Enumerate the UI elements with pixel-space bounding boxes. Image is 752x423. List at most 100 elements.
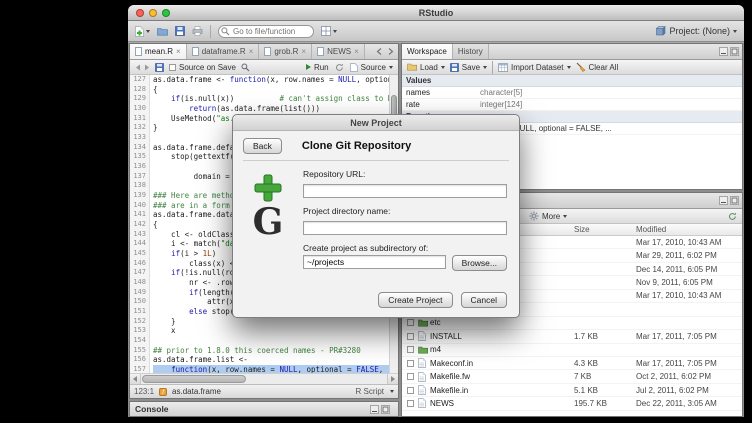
line-number: 147 bbox=[130, 268, 146, 278]
minimize-pane-icon[interactable] bbox=[719, 47, 728, 56]
clear-all-button[interactable]: Clear All bbox=[576, 62, 619, 72]
save-icon[interactable] bbox=[155, 63, 164, 72]
line-number: 156 bbox=[130, 355, 146, 365]
zoom-window-button[interactable] bbox=[162, 9, 170, 17]
file-row-NEWS[interactable]: NEWS195.7 KBDec 22, 2011, 3:05 AM bbox=[402, 397, 742, 410]
workspace-item[interactable]: rateinteger[124] bbox=[402, 99, 742, 111]
file-name[interactable]: Makeconf.in bbox=[430, 359, 574, 368]
file-type-selector[interactable]: R Script bbox=[356, 387, 394, 396]
code-line[interactable]: x bbox=[153, 326, 398, 336]
code-line[interactable]: } bbox=[153, 317, 398, 327]
editor-tab-NEWS[interactable]: NEWS× bbox=[312, 44, 365, 59]
file-checkbox[interactable] bbox=[407, 373, 414, 380]
tab-history[interactable]: History bbox=[453, 44, 489, 59]
code-line[interactable] bbox=[153, 336, 398, 346]
project-menu[interactable]: Project: (None) bbox=[656, 26, 737, 36]
workspace-item[interactable]: namescharacter[5] bbox=[402, 87, 742, 99]
file-modified: Dec 14, 2011, 6:05 PM bbox=[636, 265, 742, 274]
file-checkbox[interactable] bbox=[407, 360, 414, 367]
tab-label: dataframe.R bbox=[202, 47, 246, 56]
source-on-save-checkbox[interactable] bbox=[169, 64, 176, 71]
titlebar[interactable]: RStudio bbox=[128, 5, 744, 21]
file-checkbox[interactable] bbox=[407, 387, 414, 394]
import-dataset-button[interactable]: Import Dataset bbox=[498, 63, 570, 72]
repository-url-field[interactable] bbox=[303, 184, 507, 198]
search-input[interactable] bbox=[218, 25, 314, 38]
cancel-button[interactable]: Cancel bbox=[461, 292, 507, 308]
file-row-Makefile.fw[interactable]: Makefile.fw7 KBOct 2, 2011, 6:02 PM bbox=[402, 370, 742, 383]
forward-icon[interactable] bbox=[144, 64, 150, 71]
scroll-right-arrow[interactable] bbox=[387, 374, 398, 384]
file-name[interactable]: Makefile.in bbox=[430, 386, 574, 395]
browse-button[interactable]: Browse... bbox=[452, 255, 507, 271]
file-row-m4[interactable]: m4 bbox=[402, 344, 742, 357]
file-checkbox[interactable] bbox=[407, 400, 414, 407]
subdirectory-field[interactable] bbox=[303, 255, 446, 269]
project-directory-name-field[interactable] bbox=[303, 221, 507, 235]
save-button[interactable] bbox=[175, 26, 185, 36]
more-button[interactable]: More bbox=[529, 211, 567, 221]
file-row-Makefile.in[interactable]: Makefile.in5.1 KBJul 2, 2011, 6:02 PM bbox=[402, 384, 742, 397]
editor-tab-mean.R[interactable]: mean.R× bbox=[130, 44, 187, 59]
console-pane: Console bbox=[129, 401, 399, 417]
scroll-tabs-left-icon[interactable] bbox=[376, 48, 383, 55]
scroll-left-arrow[interactable] bbox=[130, 374, 141, 384]
file-checkbox[interactable] bbox=[407, 333, 414, 340]
create-project-button[interactable]: Create Project bbox=[378, 292, 452, 308]
source-on-save-toggle[interactable]: Source on Save bbox=[169, 63, 236, 72]
close-tab-icon[interactable]: × bbox=[249, 48, 254, 56]
file-row-Makeconf.in[interactable]: Makeconf.in4.3 KBMar 17, 2011, 7:05 PM bbox=[402, 357, 742, 370]
rerun-icon[interactable] bbox=[335, 63, 344, 72]
tab-workspace[interactable]: Workspace bbox=[402, 44, 453, 59]
panes-layout-button[interactable] bbox=[321, 26, 337, 36]
refresh-icon[interactable] bbox=[728, 212, 737, 221]
editor-tab-grob.R[interactable]: grob.R× bbox=[259, 44, 312, 59]
code-line[interactable]: function(x, row.names = NULL, optional =… bbox=[153, 365, 398, 373]
maximize-pane-icon[interactable] bbox=[381, 405, 390, 414]
console-header[interactable]: Console bbox=[130, 402, 398, 416]
maximize-pane-icon[interactable] bbox=[730, 47, 739, 56]
back-button[interactable]: Back bbox=[243, 138, 282, 154]
minimize-window-button[interactable] bbox=[149, 9, 157, 17]
close-tab-icon[interactable]: × bbox=[354, 48, 359, 56]
load-workspace-button[interactable]: Load bbox=[407, 63, 445, 72]
scrollbar-thumb[interactable] bbox=[142, 375, 246, 383]
file-name[interactable]: INSTALL bbox=[430, 332, 574, 341]
minimize-pane-icon[interactable] bbox=[370, 405, 379, 414]
code-line[interactable]: ## prior to 1.8.0 this coerced names - P… bbox=[153, 346, 398, 356]
find-replace-icon[interactable] bbox=[241, 63, 250, 72]
file-name[interactable]: etc bbox=[430, 318, 574, 327]
file-row-INSTALL[interactable]: INSTALL1.7 KBMar 17, 2011, 7:05 PM bbox=[402, 330, 742, 343]
run-button[interactable]: Run bbox=[306, 63, 329, 72]
file-checkbox[interactable] bbox=[407, 319, 414, 326]
code-line[interactable]: if(is.null(x)) # can't assign class to N… bbox=[153, 94, 398, 104]
file-icon bbox=[418, 398, 426, 408]
code-line[interactable]: return(as.data.frame(list())) bbox=[153, 104, 398, 114]
print-button[interactable] bbox=[192, 26, 203, 36]
editor-horizontal-scrollbar[interactable] bbox=[130, 373, 398, 384]
scope-selector[interactable]: as.data.frame bbox=[172, 387, 221, 396]
new-file-button[interactable] bbox=[135, 26, 150, 37]
minimize-pane-icon[interactable] bbox=[719, 196, 728, 205]
file-name[interactable]: m4 bbox=[430, 345, 574, 354]
code-line[interactable]: { bbox=[153, 85, 398, 95]
close-tab-icon[interactable]: × bbox=[176, 48, 181, 56]
close-tab-icon[interactable]: × bbox=[301, 48, 306, 56]
file-row-etc[interactable]: etc bbox=[402, 317, 742, 330]
size-column-header[interactable]: Size bbox=[574, 224, 636, 235]
editor-tab-dataframe.R[interactable]: dataframe.R× bbox=[187, 44, 260, 59]
panes-grid-icon bbox=[321, 26, 331, 36]
file-checkbox[interactable] bbox=[407, 346, 414, 353]
code-line[interactable]: as.data.frame.list <- bbox=[153, 355, 398, 365]
file-name[interactable]: NEWS bbox=[430, 399, 574, 408]
save-workspace-button[interactable]: Save bbox=[450, 63, 487, 72]
open-file-button[interactable] bbox=[157, 27, 168, 36]
maximize-pane-icon[interactable] bbox=[730, 196, 739, 205]
modified-column-header[interactable]: Modified bbox=[636, 224, 742, 235]
close-window-button[interactable] bbox=[136, 9, 144, 17]
source-button[interactable]: Source bbox=[350, 63, 393, 72]
scroll-tabs-right-icon[interactable] bbox=[387, 48, 394, 55]
code-line[interactable]: as.data.frame <- function(x, row.names =… bbox=[153, 75, 398, 85]
back-icon[interactable] bbox=[135, 64, 141, 71]
file-name[interactable]: Makefile.fw bbox=[430, 372, 574, 381]
